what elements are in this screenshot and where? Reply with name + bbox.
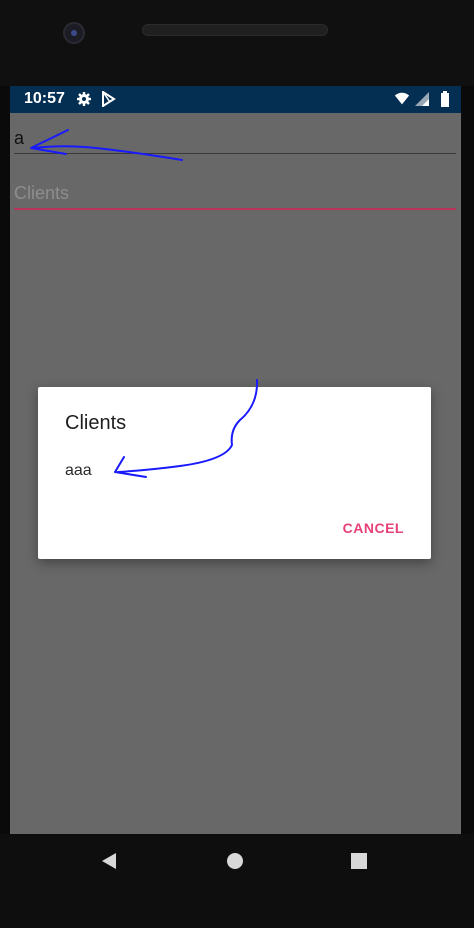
front-camera: [63, 22, 85, 44]
navigation-bar: [0, 834, 474, 928]
dialog-list-item[interactable]: aaa: [65, 462, 92, 480]
app-screen: 10:57 a Clients Clients aaa CANCEL: [10, 86, 461, 834]
cancel-button[interactable]: CANCEL: [343, 520, 404, 536]
status-time: 10:57: [24, 90, 65, 107]
clients-field[interactable]: Clients: [14, 180, 456, 210]
battery-icon: [441, 91, 449, 107]
signal-icon: [415, 92, 429, 106]
text-field-1-value: a: [14, 128, 25, 148]
recents-icon[interactable]: [350, 852, 368, 870]
device-bezel-top: [0, 0, 474, 86]
back-icon[interactable]: [100, 852, 118, 870]
clients-dialog: Clients aaa CANCEL: [38, 387, 431, 559]
text-field-1[interactable]: a: [14, 126, 456, 154]
status-bar: 10:57: [10, 86, 461, 113]
earpiece-speaker: [142, 24, 328, 36]
gear-icon: [77, 92, 91, 106]
dialog-title: Clients: [65, 412, 127, 434]
clients-field-placeholder: Clients: [14, 183, 70, 203]
home-icon[interactable]: [226, 852, 244, 870]
play-store-icon: [102, 91, 116, 107]
wifi-icon: [394, 92, 410, 105]
